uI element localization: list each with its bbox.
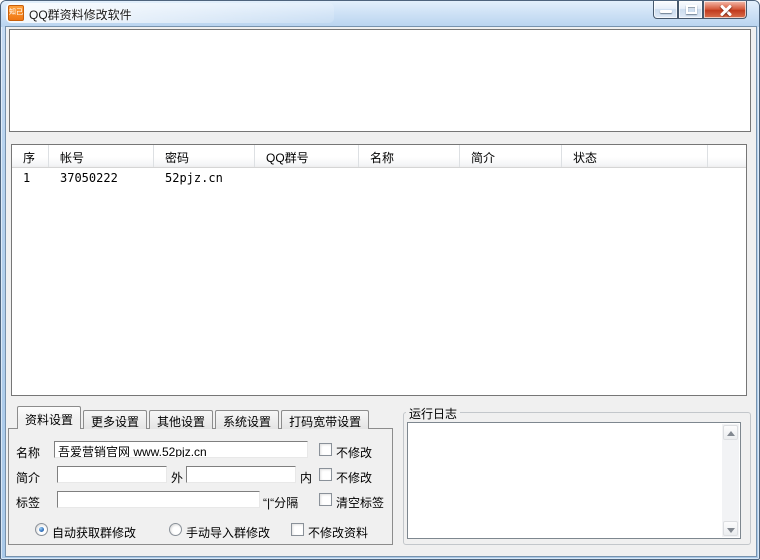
- table-row[interactable]: 1 37050222 52pjz.cn: [12, 168, 746, 187]
- arrow-up-icon: [727, 431, 735, 436]
- log-scrollbar[interactable]: [722, 424, 739, 537]
- titlebar[interactable]: 知己 QQ群资料修改软件: [1, 1, 759, 27]
- maximize-button[interactable]: [678, 1, 703, 19]
- minimize-button[interactable]: [653, 1, 678, 19]
- account-table: 序 帐号 密码 QQ群号 名称 简介 状态 1 37050222 52pjz.c…: [11, 144, 747, 396]
- tab-profile-settings[interactable]: 资料设置: [17, 406, 81, 429]
- tab-system-settings[interactable]: 系统设置: [215, 410, 279, 429]
- name-input[interactable]: 吾爱营销官网 www.52pjz.cn: [54, 441, 308, 458]
- minimize-icon: [660, 10, 672, 13]
- manual-import-radio[interactable]: [169, 523, 182, 536]
- tags-label: 标签: [16, 494, 40, 511]
- tab-other-settings[interactable]: 其他设置: [149, 410, 213, 429]
- name-label: 名称: [16, 444, 40, 461]
- intro-no-modify-label[interactable]: 不修改: [336, 469, 372, 486]
- manual-import-label[interactable]: 手动导入群修改: [186, 524, 270, 541]
- cell-password: 52pjz.cn: [154, 168, 255, 187]
- cell-status: [562, 168, 708, 187]
- intro-inner-input[interactable]: [186, 466, 296, 483]
- intro-outer-input[interactable]: [57, 466, 167, 483]
- settings-tabstrip: 资料设置 更多设置 其他设置 系统设置 打码宽带设置: [17, 406, 371, 429]
- app-icon: 知己: [8, 5, 24, 21]
- auto-fetch-label[interactable]: 自动获取群修改: [52, 524, 136, 541]
- tags-input[interactable]: [57, 491, 260, 508]
- no-modify-profile-checkbox[interactable]: [291, 523, 304, 536]
- cell-account: 37050222: [49, 168, 154, 187]
- intro-label: 简介: [16, 469, 40, 486]
- run-log-textarea[interactable]: [407, 422, 741, 539]
- run-log-title: 运行日志: [406, 405, 460, 422]
- cell-seq: 1: [12, 168, 49, 187]
- table-header-row: 序 帐号 密码 QQ群号 名称 简介 状态: [12, 145, 746, 168]
- column-header-intro[interactable]: 简介: [460, 145, 562, 167]
- top-empty-panel: [9, 29, 751, 132]
- column-header-seq[interactable]: 序: [12, 145, 49, 167]
- column-header-name[interactable]: 名称: [359, 145, 460, 167]
- scroll-down-button[interactable]: [723, 521, 738, 536]
- cell-qqgroup: [255, 168, 359, 187]
- maximize-icon: [686, 5, 697, 14]
- window-title: QQ群资料修改软件: [29, 6, 132, 23]
- app-window: 知己 QQ群资料修改软件 序 帐号 密码 QQ群号 名称 简介 状态 1: [0, 0, 760, 560]
- cell-name: [359, 168, 460, 187]
- client-area: 序 帐号 密码 QQ群号 名称 简介 状态 1 37050222 52pjz.c…: [5, 26, 757, 557]
- intro-inner-suffix: 内: [300, 469, 312, 486]
- profile-settings-panel: 名称 吾爱营销官网 www.52pjz.cn 不修改 简介 外 内 不修改 标签…: [8, 428, 393, 545]
- column-header-account[interactable]: 帐号: [49, 145, 154, 167]
- cell-intro: [460, 168, 562, 187]
- tab-captcha-bandwidth-settings[interactable]: 打码宽带设置: [281, 410, 369, 429]
- arrow-down-icon: [727, 528, 735, 533]
- clear-tags-label[interactable]: 清空标签: [336, 494, 384, 511]
- column-header-password[interactable]: 密码: [154, 145, 255, 167]
- name-no-modify-checkbox[interactable]: [319, 443, 332, 456]
- column-header-status[interactable]: 状态: [562, 145, 708, 167]
- name-no-modify-label[interactable]: 不修改: [336, 444, 372, 461]
- close-button[interactable]: [703, 1, 747, 19]
- no-modify-profile-label[interactable]: 不修改资料: [308, 524, 368, 541]
- scroll-up-button[interactable]: [723, 425, 738, 440]
- auto-fetch-radio[interactable]: [35, 523, 48, 536]
- column-header-qqgroup[interactable]: QQ群号: [255, 145, 359, 167]
- clear-tags-checkbox[interactable]: [319, 493, 332, 506]
- tab-more-settings[interactable]: 更多设置: [83, 410, 147, 429]
- column-header-filler: [708, 145, 746, 167]
- intro-no-modify-checkbox[interactable]: [319, 468, 332, 481]
- intro-outer-suffix: 外: [171, 469, 183, 486]
- tags-separator-hint: “|“分隔: [263, 494, 298, 511]
- close-icon: [719, 4, 733, 16]
